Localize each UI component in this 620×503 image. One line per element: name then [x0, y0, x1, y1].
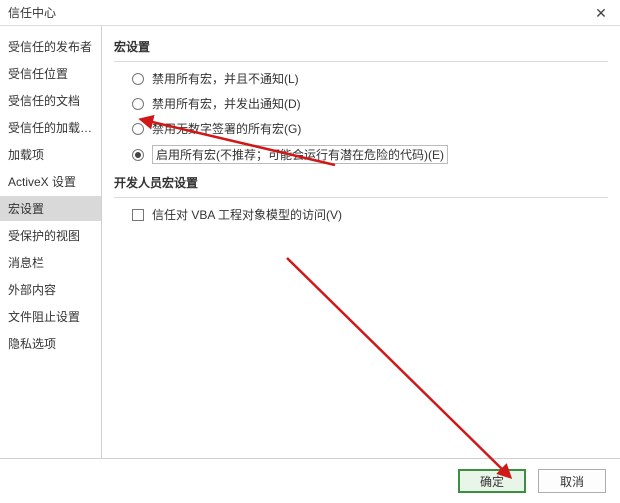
radio-enable-all[interactable]: 启用所有宏(不推荐；可能会运行有潜在危险的代码)(E): [132, 145, 608, 164]
sidebar-item-trusted-documents[interactable]: 受信任的文档: [0, 88, 101, 113]
sidebar-item-message-bar[interactable]: 消息栏: [0, 250, 101, 275]
radio-label: 禁用无数字签署的所有宏(G): [152, 120, 301, 137]
radio-icon: [132, 98, 144, 110]
radio-disable-no-notify[interactable]: 禁用所有宏，并且不通知(L): [132, 70, 608, 87]
titlebar: 信任中心 ✕: [0, 0, 620, 26]
sidebar-item-privacy-options[interactable]: 隐私选项: [0, 331, 101, 356]
group-macro-settings-title: 宏设置: [114, 38, 608, 55]
cancel-button[interactable]: 取消: [538, 469, 606, 493]
group-developer-macro-title: 开发人员宏设置: [114, 174, 608, 191]
divider: [114, 197, 608, 198]
close-icon[interactable]: ✕: [592, 4, 610, 22]
sidebar-item-trusted-publishers[interactable]: 受信任的发布者: [0, 34, 101, 59]
sidebar-item-activex-settings[interactable]: ActiveX 设置: [0, 169, 101, 194]
checkbox-trust-vba-access[interactable]: 信任对 VBA 工程对象模型的访问(V): [132, 206, 608, 223]
radio-label: 禁用所有宏，并发出通知(D): [152, 95, 301, 112]
radio-icon: [132, 149, 144, 161]
sidebar-item-protected-view[interactable]: 受保护的视图: [0, 223, 101, 248]
ok-button[interactable]: 确定: [458, 469, 526, 493]
dialog-footer: 确定 取消: [0, 458, 620, 503]
radio-disable-with-notify[interactable]: 禁用所有宏，并发出通知(D): [132, 95, 608, 112]
radio-label: 禁用所有宏，并且不通知(L): [152, 70, 299, 87]
checkbox-icon: [132, 209, 144, 221]
window-title: 信任中心: [8, 0, 56, 26]
divider: [114, 61, 608, 62]
radio-icon: [132, 73, 144, 85]
sidebar: 受信任的发布者 受信任位置 受信任的文档 受信任的加载项目录 加载项 Activ…: [0, 26, 101, 458]
checkbox-label: 信任对 VBA 工程对象模型的访问(V): [152, 206, 342, 223]
sidebar-item-trusted-locations[interactable]: 受信任位置: [0, 61, 101, 86]
sidebar-item-addins[interactable]: 加载项: [0, 142, 101, 167]
sidebar-item-file-block-settings[interactable]: 文件阻止设置: [0, 304, 101, 329]
content-pane: 宏设置 禁用所有宏，并且不通知(L) 禁用所有宏，并发出通知(D) 禁用无数字签…: [102, 26, 620, 458]
radio-disable-unsigned[interactable]: 禁用无数字签署的所有宏(G): [132, 120, 608, 137]
sidebar-item-macro-settings[interactable]: 宏设置: [0, 196, 101, 221]
sidebar-item-external-content[interactable]: 外部内容: [0, 277, 101, 302]
radio-icon: [132, 123, 144, 135]
radio-label: 启用所有宏(不推荐；可能会运行有潜在危险的代码)(E): [152, 145, 448, 164]
sidebar-item-trusted-addin-catalogs[interactable]: 受信任的加载项目录: [0, 115, 101, 140]
